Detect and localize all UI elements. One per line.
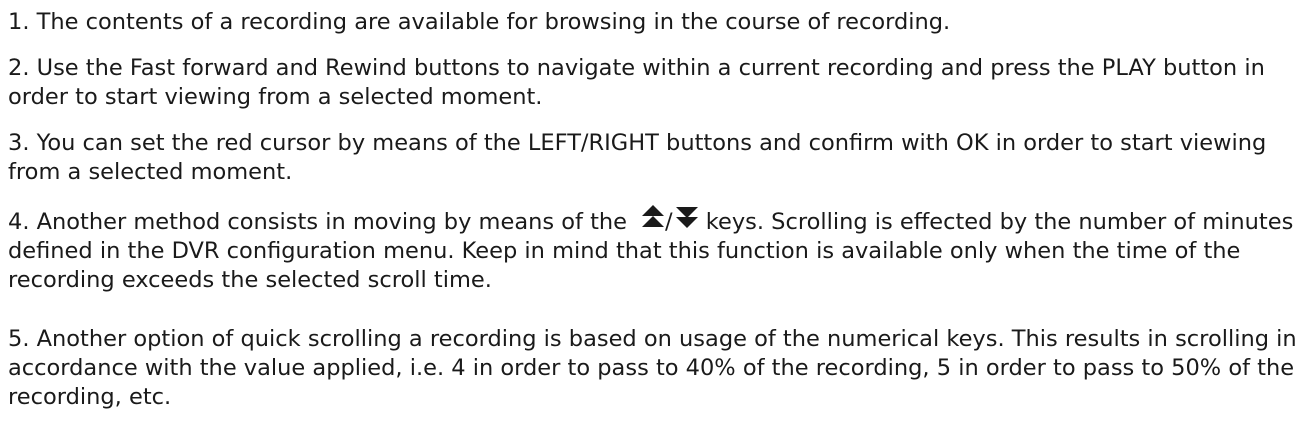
paragraph-4-text-before: 4. Another method consists in moving by … <box>8 209 628 235</box>
paragraph-2: 2. Use the Fast forward and Rewind butto… <box>8 55 1265 110</box>
manual-page: 1. The contents of a recording are avail… <box>0 0 1312 444</box>
double-down-arrow-icon <box>675 204 699 230</box>
paragraph-1: 1. The contents of a recording are avail… <box>8 9 951 35</box>
double-up-arrow-icon <box>641 204 665 230</box>
paragraph-3: 3. You can set the red cursor by means o… <box>8 130 1267 185</box>
paragraph-5: 5. Another option of quick scrolling a r… <box>8 326 1297 410</box>
paragraph-4-separator: / <box>665 209 673 235</box>
paragraph-4: 4. Another method consists in moving by … <box>0 204 1312 295</box>
